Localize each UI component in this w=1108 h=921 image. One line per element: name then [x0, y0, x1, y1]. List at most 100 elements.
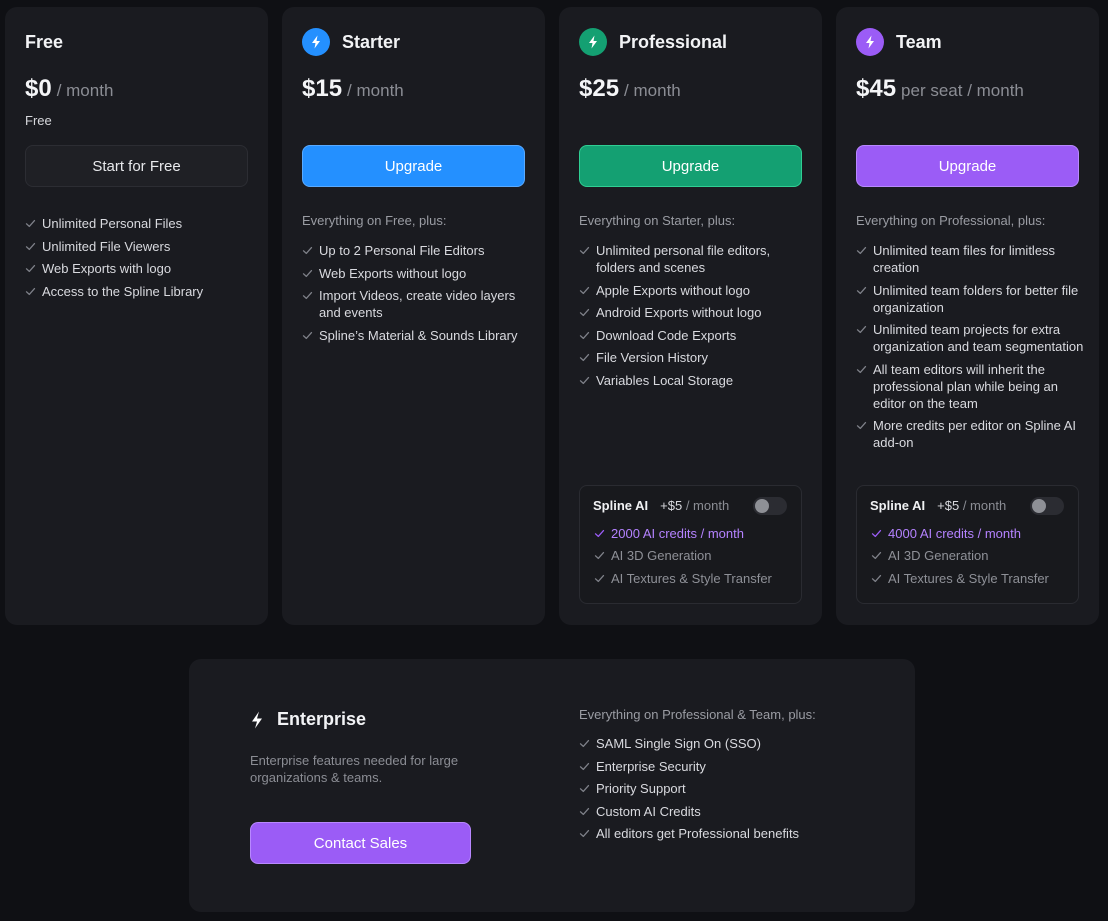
price-amount: $0 — [25, 75, 52, 102]
feature-text: Apple Exports without logo — [596, 282, 750, 298]
check-icon — [25, 219, 36, 228]
feature-item: Variables Local Storage — [579, 372, 809, 389]
feature-item: Access to the Spline Library — [25, 283, 255, 300]
price-subtitle: Free — [25, 113, 52, 128]
feature-list: SAML Single Sign On (SSO) Enterprise Secu… — [579, 735, 879, 848]
feature-text: Custom AI Credits — [596, 803, 701, 819]
feature-text: AI 3D Generation — [611, 548, 712, 564]
plan-card-starter: Starter $15 / month Upgrade Everything o… — [282, 7, 545, 625]
feature-text: Spline’s Material & Sounds Library — [319, 327, 518, 343]
check-icon — [579, 829, 590, 838]
check-icon — [302, 291, 313, 300]
upgrade-starter-button[interactable]: Upgrade — [302, 145, 525, 187]
feature-item: SAML Single Sign On (SSO) — [579, 735, 879, 752]
feature-text: Unlimited team folders for better file o… — [873, 282, 1079, 315]
feature-text: AI Textures & Style Transfer — [611, 570, 772, 586]
check-icon — [302, 331, 313, 339]
feature-text: Import Videos, create video layers and e… — [319, 288, 516, 320]
feature-text: Access to the Spline Library — [42, 283, 204, 299]
feature-text: Web Exports with logo — [42, 261, 172, 276]
ai-addon-price-suffix: / month — [962, 498, 1007, 513]
feature-text: Unlimited team projects for extra organi… — [873, 322, 1084, 354]
feature-list: Unlimited team files for limitless creat… — [856, 242, 1086, 457]
check-icon — [579, 353, 590, 362]
bolt-icon — [579, 28, 607, 56]
feature-list: Unlimited personal file editors, folders… — [579, 242, 809, 394]
feature-item: Unlimited File Viewers — [25, 238, 255, 255]
feature-text: Web Exports without logo — [319, 265, 467, 281]
feature-text: All editors get Professional benefits — [596, 826, 800, 841]
ai-addon-price-amount: +$5 — [660, 498, 683, 513]
feature-item: File Version History — [579, 349, 809, 366]
ai-addon-toggle[interactable] — [1030, 497, 1064, 515]
upgrade-professional-button[interactable]: Upgrade — [579, 145, 802, 187]
feature-text: All team editors will inherit the profes… — [873, 361, 1059, 411]
start-for-free-button[interactable]: Start for Free — [25, 145, 248, 187]
plan-intro: Everything on Professional, plus: — [856, 213, 1046, 228]
check-icon — [25, 287, 36, 295]
price-amount: $45 — [856, 75, 897, 102]
plan-card-team: Team $45 per seat / month Upgrade Everyt… — [836, 7, 1099, 625]
toggle-knob — [755, 499, 769, 513]
check-icon — [871, 574, 882, 582]
feature-item: More credits per editor on Spline AI add… — [856, 417, 1086, 451]
price-suffix: / month — [347, 81, 404, 100]
feature-text: More credits per editor on Spline AI add… — [873, 418, 1077, 450]
price-amount: $15 — [302, 75, 343, 102]
plan-price: $0 / month — [25, 75, 113, 103]
check-icon — [594, 552, 605, 560]
plan-card-free: Free $0 / month Free Start for Free Unli… — [5, 7, 268, 625]
check-icon — [579, 286, 590, 294]
feature-text: SAML Single Sign On (SSO) — [596, 736, 761, 751]
ai-feature-item: 2000 AI credits / month — [594, 525, 772, 542]
feature-text: Download Code Exports — [596, 327, 737, 343]
check-icon — [871, 552, 882, 560]
feature-item: Enterprise Security — [579, 758, 879, 775]
check-icon — [594, 574, 605, 582]
plan-intro: Everything on Starter, plus: — [579, 213, 736, 228]
ai-feature-item: 4000 AI credits / month — [871, 525, 1049, 542]
plan-header: Professional — [579, 27, 727, 57]
feature-item: Android Exports without logo — [579, 304, 809, 321]
check-icon — [856, 286, 867, 294]
feature-text: Unlimited personal file editors, folders… — [596, 243, 771, 275]
contact-sales-button[interactable]: Contact Sales — [250, 822, 471, 864]
feature-text: 4000 AI credits / month — [888, 526, 1021, 541]
plan-title: Team — [896, 31, 942, 52]
feature-text: Priority Support — [596, 781, 686, 796]
check-icon — [302, 269, 313, 277]
plan-price: $25 / month — [579, 75, 681, 103]
plan-header: Free — [25, 27, 63, 57]
feature-text: Unlimited Personal Files — [42, 216, 183, 231]
check-icon — [579, 762, 590, 770]
plan-title: Free — [25, 31, 64, 52]
upgrade-team-button[interactable]: Upgrade — [856, 145, 1079, 187]
plan-header: Enterprise — [249, 709, 366, 730]
check-icon — [579, 807, 590, 815]
ai-addon-title: Spline AI — [593, 498, 649, 513]
check-icon — [579, 246, 590, 255]
ai-feature-item: AI Textures & Style Transfer — [594, 570, 772, 587]
ai-addon-toggle[interactable] — [753, 497, 787, 515]
feature-text: AI 3D Generation — [888, 548, 989, 564]
price-amount: $25 — [579, 75, 620, 102]
plan-header: Starter — [302, 27, 400, 57]
feature-text: File Version History — [596, 350, 708, 365]
ai-addon-price-amount: +$5 — [937, 498, 960, 513]
price-suffix: / month — [624, 81, 681, 100]
feature-item: Unlimited team projects for extra organi… — [856, 321, 1086, 355]
check-icon — [579, 739, 590, 748]
price-suffix: / month — [56, 81, 114, 100]
check-icon — [579, 308, 590, 317]
ai-addon-price: +$5 / month — [937, 498, 1006, 513]
feature-item: Web Exports without logo — [302, 265, 532, 282]
feature-text: AI Textures & Style Transfer — [888, 570, 1049, 586]
check-icon — [856, 246, 867, 255]
check-icon — [302, 246, 313, 255]
feature-item: All team editors will inherit the profes… — [856, 361, 1086, 412]
plan-intro: Everything on Professional & Team, plus: — [579, 707, 816, 722]
ai-feature-item: AI 3D Generation — [594, 547, 772, 564]
plan-card-enterprise: Enterprise Enterprise features needed fo… — [189, 659, 915, 912]
feature-item: All editors get Professional benefits — [579, 825, 879, 842]
check-icon — [871, 529, 882, 538]
